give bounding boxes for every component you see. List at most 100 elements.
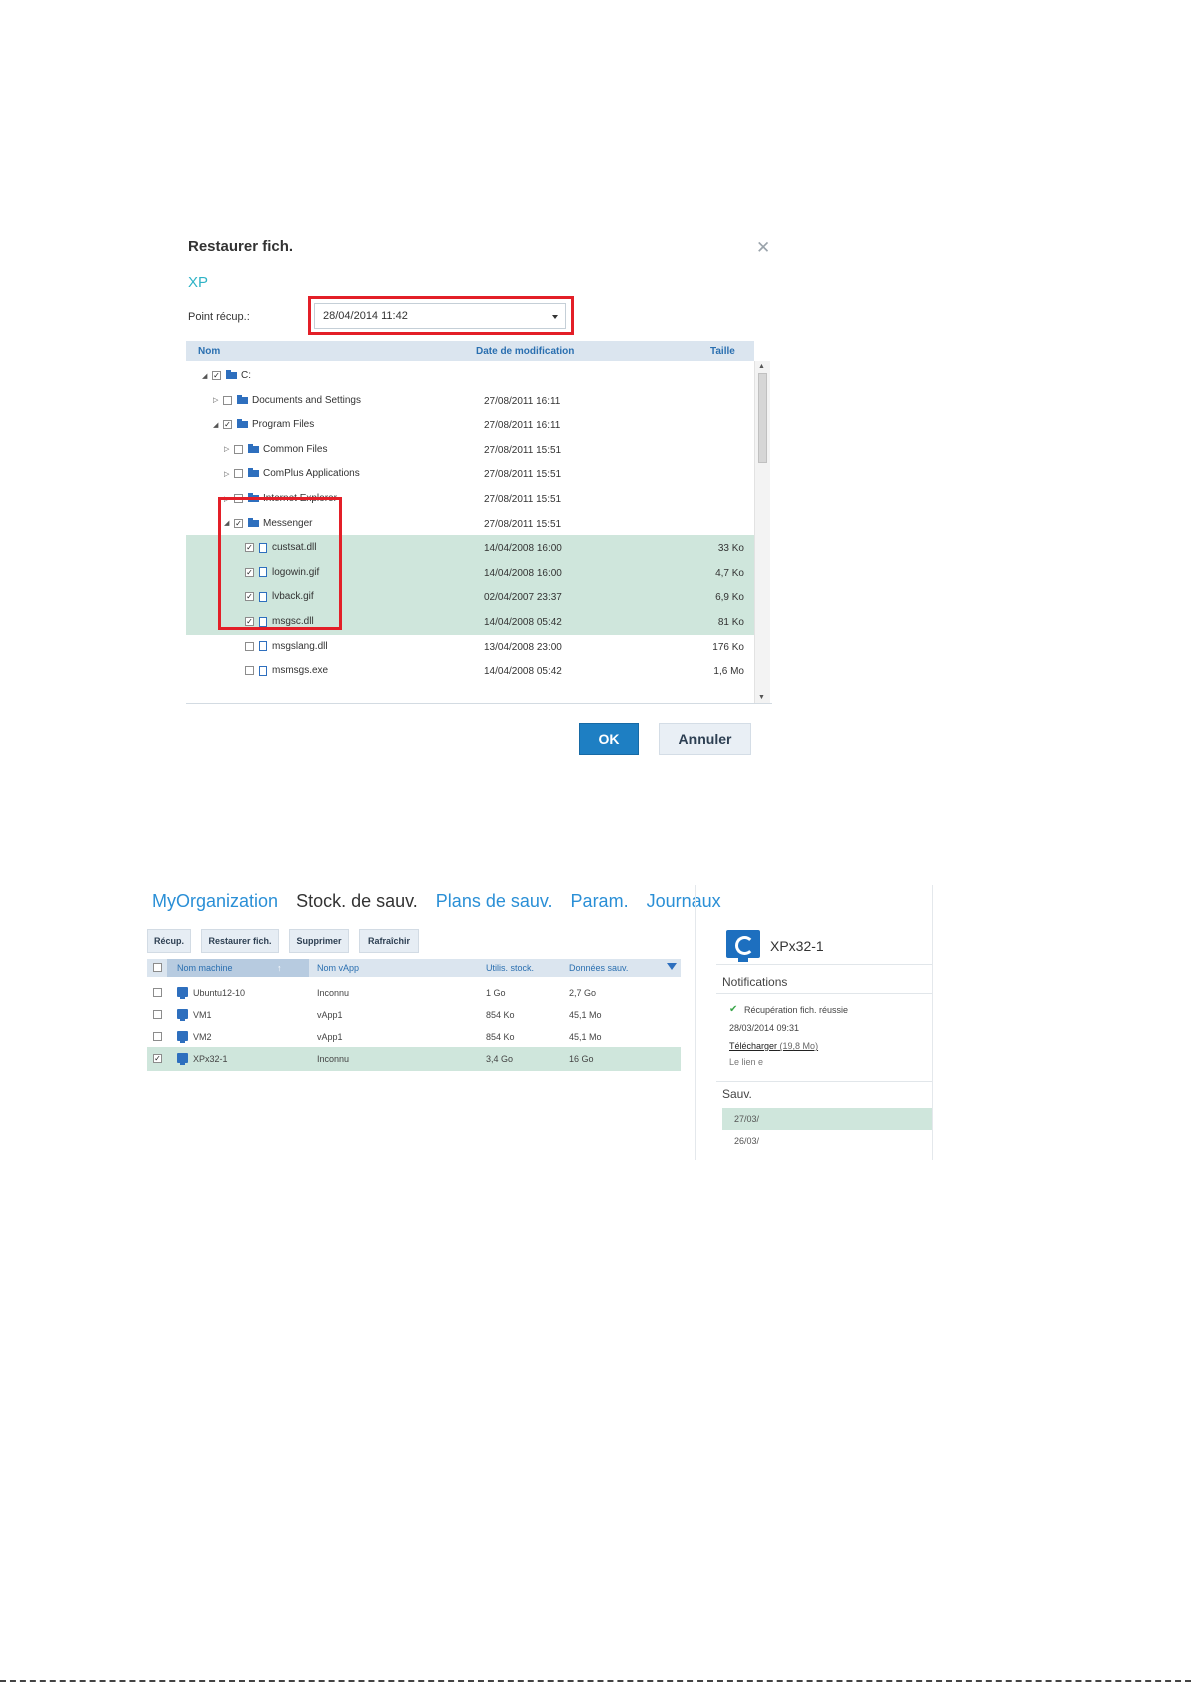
item-checkbox[interactable]: ✓: [223, 420, 232, 430]
item-date: 14/04/2008 16:00: [484, 543, 562, 555]
backup-date: 26/03/: [734, 1136, 760, 1146]
recover-button[interactable]: Récup.: [147, 929, 191, 953]
col-machine-name[interactable]: Nom machine: [177, 963, 233, 973]
expand-icon[interactable]: ▷: [213, 396, 223, 404]
top-navigation: MyOrganization Stock. de sauv. Plans de sa…: [152, 891, 739, 912]
column-name[interactable]: Nom: [198, 346, 220, 357]
backup-row[interactable]: 26/03/: [722, 1130, 932, 1152]
item-date: 14/04/2008 05:42: [484, 617, 562, 628]
close-icon[interactable]: ✕: [756, 238, 770, 258]
cell-data: 16 Go: [569, 1054, 594, 1064]
sort-asc-icon[interactable]: ↑: [277, 963, 282, 973]
item-label: msgslang.dll: [272, 640, 328, 652]
folder-icon: [237, 394, 248, 404]
folder-icon: [226, 370, 237, 379]
col-backup-data[interactable]: Données sauv.: [569, 963, 628, 973]
col-vapp-name[interactable]: Nom vApp: [317, 963, 359, 973]
ok-button[interactable]: OK: [579, 723, 639, 755]
column-size[interactable]: Taille: [710, 346, 735, 357]
refresh-button[interactable]: Rafraîchir: [359, 929, 419, 953]
download-size: (19,8 Mo): [779, 1041, 819, 1051]
tree-folder-row[interactable]: ▷ ComPlus Applications 27/08/2011 15:51: [186, 461, 754, 487]
item-size: 33 Ko: [717, 543, 744, 555]
collapse-icon[interactable]: ◢: [213, 421, 223, 429]
expand-icon[interactable]: ▷: [224, 445, 234, 453]
filter-icon[interactable]: [667, 963, 677, 970]
scroll-down-icon[interactable]: ▼: [758, 694, 765, 701]
col-storage-usage[interactable]: Utilis. stock.: [486, 963, 534, 973]
download-link[interactable]: Télécharger (19,8 Mo): [729, 1041, 818, 1051]
scroll-thumb[interactable]: [758, 373, 767, 463]
tree-file-row[interactable]: msmsgs.exe 14/04/2008 05:42 1,6 Mo: [186, 658, 754, 684]
table-row[interactable]: Ubuntu12-10 Inconnu 1 Go 2,7 Go: [147, 981, 681, 1005]
nav-item[interactable]: Param.: [571, 891, 629, 911]
row-checkbox[interactable]: [153, 988, 162, 997]
cell-vapp: vApp1: [317, 1032, 343, 1042]
grid-header: Nom machine ↑ Nom vApp Utilis. stock. Do…: [147, 959, 681, 977]
item-checkbox[interactable]: [245, 666, 254, 676]
item-date: 27/08/2011 15:51: [484, 494, 562, 505]
tree-item: msmsgs.exe: [235, 665, 328, 676]
tree-folder-row[interactable]: ◢ ✓ C:: [186, 363, 754, 389]
tree-item: ▷ Documents and Settings: [213, 394, 361, 406]
select-all-checkbox[interactable]: [153, 963, 162, 972]
nav-item[interactable]: Stock. de sauv.: [296, 891, 418, 911]
delete-button[interactable]: Supprimer: [289, 929, 349, 953]
nav-item[interactable]: MyOrganization: [152, 891, 278, 911]
vm-recover-icon: [726, 930, 760, 962]
column-modified[interactable]: Date de modification: [476, 346, 574, 357]
vm-icon: [177, 987, 188, 999]
row-checkbox[interactable]: ✓: [153, 1054, 162, 1063]
backups-heading: Sauv.: [722, 1087, 752, 1101]
recovery-point-label: Point récup.:: [188, 311, 250, 323]
item-label: msmsgs.exe: [272, 665, 329, 677]
item-checkbox[interactable]: [223, 395, 232, 405]
item-checkbox[interactable]: [234, 444, 243, 454]
item-checkbox[interactable]: [234, 469, 243, 479]
table-row[interactable]: ✓ XPx32-1 Inconnu 3,4 Go 16 Go: [147, 1047, 681, 1071]
cell-vapp: vApp1: [317, 1010, 343, 1020]
folder-icon: [248, 468, 259, 478]
scroll-up-icon[interactable]: ▲: [758, 363, 765, 370]
machine-name: XP: [188, 274, 209, 291]
tree-header: Nom Date de modification Taille: [186, 341, 754, 361]
expand-icon[interactable]: ▷: [224, 470, 234, 478]
download-label: Télécharger: [729, 1041, 778, 1051]
cell-data: 45,1 Mo: [569, 1032, 602, 1042]
item-checkbox[interactable]: ✓: [212, 371, 221, 380]
vertical-scrollbar[interactable]: ▲ ▼: [754, 361, 770, 703]
nav-item[interactable]: Plans de sauv.: [436, 891, 553, 911]
table-row[interactable]: VM1 vApp1 854 Ko 45,1 Mo: [147, 1003, 681, 1027]
cell-data: 2,7 Go: [569, 988, 597, 998]
restore-files-button[interactable]: Restaurer fich.: [201, 929, 279, 953]
item-date: 14/04/2008 05:42: [484, 666, 562, 678]
cell-name: Ubuntu12-10: [193, 988, 246, 998]
item-label: C:: [241, 370, 251, 381]
row-checkbox[interactable]: [153, 1010, 162, 1019]
item-date: 27/08/2011 16:11: [484, 420, 561, 432]
recovery-point-value: 28/04/2014 11:42: [323, 310, 408, 322]
table-row[interactable]: VM2 vApp1 854 Ko 45,1 Mo: [147, 1025, 681, 1049]
cell-usage: 854 Ko: [486, 1032, 515, 1042]
item-size: 176 Ko: [712, 641, 744, 653]
cell-vapp: Inconnu: [317, 1054, 350, 1064]
item-size: 6,9 Ko: [715, 592, 744, 604]
cancel-button[interactable]: Annuler: [659, 723, 751, 755]
file-icon: [259, 665, 267, 676]
backup-date: 27/03/: [734, 1114, 760, 1124]
tree-folder-row[interactable]: ◢ ✓ Program Files 27/08/2011 16:11: [186, 412, 754, 438]
row-checkbox[interactable]: [153, 1032, 162, 1041]
tree-folder-row[interactable]: ▷ Documents and Settings 27/08/2011 16:11: [186, 388, 754, 414]
recovery-point-select[interactable]: 28/04/2014 11:42: [314, 303, 566, 329]
collapse-icon[interactable]: ◢: [202, 372, 212, 380]
backup-row[interactable]: 27/03/: [722, 1108, 932, 1130]
item-checkbox[interactable]: [245, 641, 254, 651]
tree-file-row[interactable]: msgslang.dll 13/04/2008 23:00 176 Ko: [186, 634, 754, 660]
cell-name: VM2: [193, 1032, 212, 1042]
item-date: 27/08/2011 15:51: [484, 444, 562, 456]
cell-data: 45,1 Mo: [569, 1010, 602, 1020]
messenger-selection-highlight: [218, 497, 342, 630]
tree-folder-row[interactable]: ▷ Common Files 27/08/2011 15:51: [186, 437, 754, 463]
item-label: Common Files: [263, 443, 328, 455]
divider: [716, 1081, 932, 1082]
